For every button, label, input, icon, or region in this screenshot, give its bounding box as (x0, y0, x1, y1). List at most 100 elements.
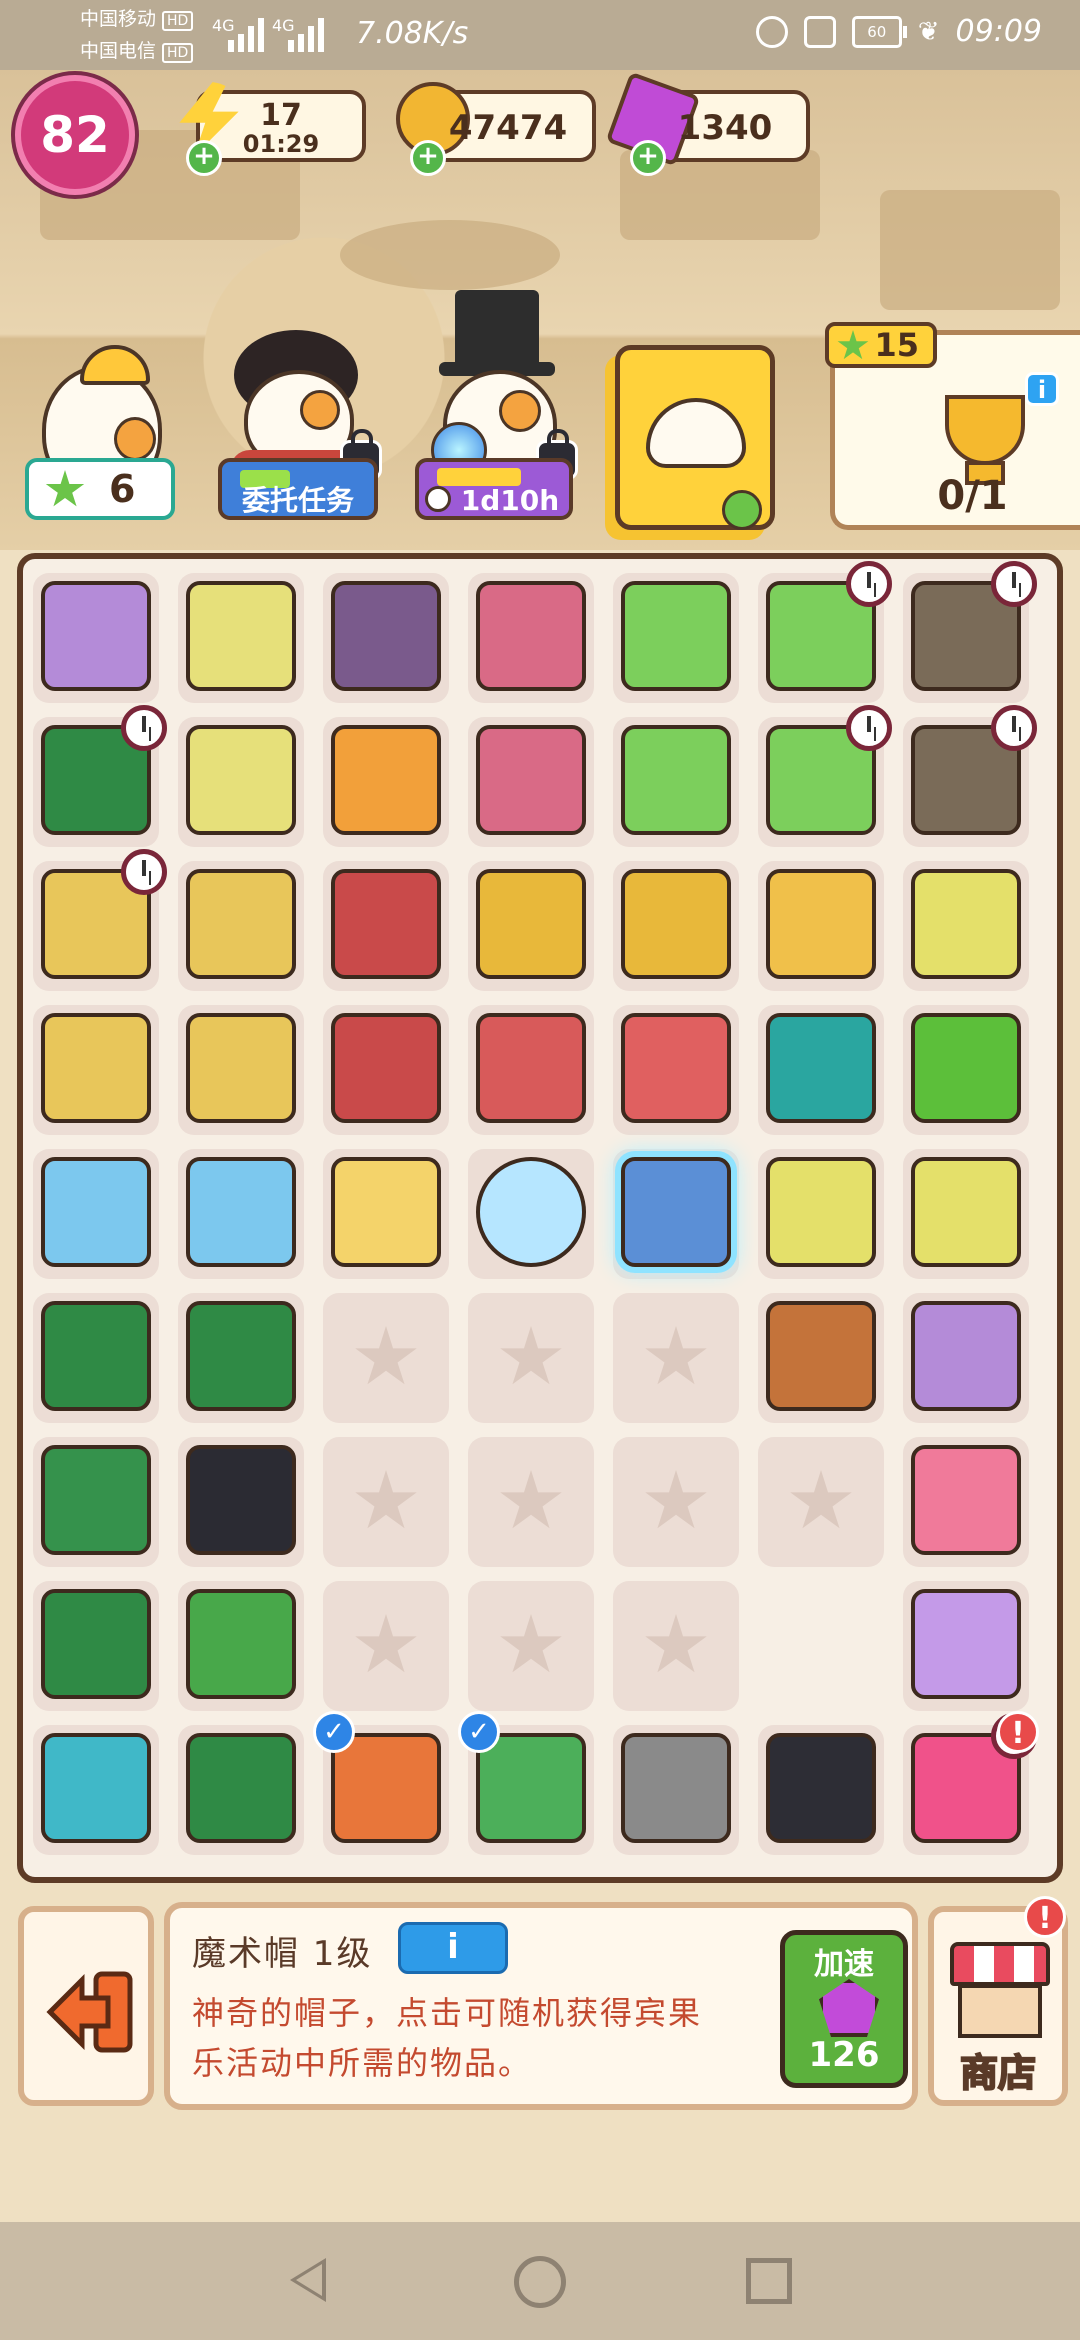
board-cell-locked[interactable] (613, 1437, 739, 1567)
arrow-icon (722, 490, 762, 530)
board-item-hammer[interactable]: ✓ (313, 1711, 449, 1855)
toolbox-open-icon (41, 1301, 151, 1411)
board-item-dumbbell-basket[interactable] (903, 1149, 1029, 1279)
wheelbarrow-icon (331, 869, 441, 979)
board-item-scroll-g1-9[interactable] (323, 1149, 449, 1279)
board-item-empty-pot[interactable] (758, 861, 884, 991)
coin-counter[interactable]: + 47474 (396, 82, 596, 176)
board-cell-empty[interactable] (758, 1581, 884, 1711)
board-item-shopping-cart-duck[interactable] (178, 1005, 304, 1135)
board-item-backpack[interactable]: ! (903, 1711, 1039, 1855)
energy-counter[interactable]: + 17 01:29 (179, 82, 366, 176)
board-item-potted-tree[interactable] (903, 1005, 1029, 1135)
board-item-robot-vacuum[interactable] (33, 1149, 159, 1279)
trophy-icon (945, 395, 1025, 465)
timer-icon (121, 705, 167, 751)
info-icon[interactable]: i (1025, 372, 1059, 406)
board-item-wheelbarrow[interactable] (323, 1005, 449, 1135)
robot-vacuum-icon (186, 1157, 296, 1267)
commission-task-label[interactable]: 委托任务 (218, 458, 378, 520)
board-cell-locked[interactable] (613, 1293, 739, 1423)
star-icon (500, 1326, 562, 1385)
board-item-flower-basket[interactable] (323, 717, 449, 847)
board-item-origami-butterfly[interactable] (903, 1437, 1029, 1567)
board-item-wrench[interactable] (613, 1725, 739, 1855)
home-icon[interactable] (514, 2256, 566, 2308)
board-item-shopping-cart-duck[interactable] (178, 861, 304, 991)
dumbbell-cart-icon (911, 869, 1021, 979)
dumbbell-basket-icon (911, 1157, 1021, 1267)
board-item-sprout-pot[interactable] (613, 861, 739, 991)
star-icon (645, 1614, 707, 1673)
leaf-icon: ❦ (917, 16, 940, 47)
gem-counter[interactable]: + 1340 (605, 71, 810, 176)
board-item-scroll-bubble-g1-9[interactable] (468, 1149, 594, 1279)
board-item-hacksaw[interactable]: ✓ (458, 1711, 594, 1855)
item-info-button[interactable]: i (398, 1922, 508, 1974)
board-item-storage-locker[interactable] (903, 705, 1037, 847)
board-cell-locked[interactable] (323, 1437, 449, 1567)
board-item-toolbox-green[interactable] (33, 705, 167, 847)
character-stars-badge[interactable]: 6 (25, 458, 175, 520)
board-item-toolbox-green[interactable] (178, 1293, 304, 1423)
board-item-sprout-pot[interactable] (468, 861, 594, 991)
board-item-garden-crate[interactable] (613, 1005, 739, 1135)
board-cell-locked[interactable] (468, 1437, 594, 1567)
board-item-origami-fox[interactable] (903, 1293, 1029, 1423)
board-item-magic-hat[interactable] (758, 1725, 884, 1855)
board-item-shopping-cart-duck[interactable] (33, 1005, 159, 1135)
exit-button[interactable] (18, 1906, 154, 2106)
board-item-basket-tray[interactable] (178, 717, 304, 847)
speed-up-button[interactable]: 加速 126 (780, 1930, 908, 2088)
board-item-gym-bag[interactable] (178, 1437, 304, 1567)
board-item-clamp[interactable] (178, 1725, 304, 1855)
scroll-g1-9-icon (331, 1157, 441, 1267)
back-icon[interactable] (290, 2258, 326, 2302)
basket-tray-icon (186, 581, 296, 691)
board-item-toolbox-open[interactable] (33, 1293, 159, 1423)
board-item-basket-tray[interactable] (178, 573, 304, 703)
player-level-badge[interactable]: 82 (15, 75, 135, 195)
board-cell-locked[interactable] (323, 1581, 449, 1711)
robot-vacuum-icon (41, 1157, 151, 1267)
board-item-laptop[interactable] (758, 705, 892, 847)
board-cell-locked[interactable] (613, 1581, 739, 1711)
board-item-magic-items-stack[interactable] (323, 573, 449, 703)
board-item-origami-fox[interactable] (33, 573, 159, 703)
board-item-stapler[interactable] (33, 1725, 159, 1855)
board-item-laptop[interactable] (613, 717, 739, 847)
board-item-robot-vacuum[interactable] (178, 1149, 304, 1279)
brick-pallet-icon (476, 725, 586, 835)
timer-icon (121, 849, 167, 895)
board-item-brick-pallet[interactable] (468, 573, 594, 703)
board-item-laptop[interactable] (758, 561, 892, 703)
board-item-pliers[interactable] (178, 1581, 304, 1711)
board-item-garden-bucket[interactable] (468, 1005, 594, 1135)
board-item-box-trolley[interactable] (758, 1005, 884, 1135)
board-item-dumbbell-cart[interactable] (758, 1149, 884, 1279)
board-item-laptop[interactable] (613, 573, 739, 703)
board-item-tool-chest[interactable] (33, 1437, 159, 1567)
board-cell-locked[interactable] (468, 1293, 594, 1423)
board-item-brick-pallet[interactable] (468, 717, 594, 847)
character-timer-label[interactable]: 1d10h (415, 458, 573, 520)
board-cell-locked[interactable] (758, 1437, 884, 1567)
board-item-dumbbell-cart[interactable] (903, 861, 1029, 991)
board-item-wheelbarrow[interactable] (323, 861, 449, 991)
board-item-origami-crane[interactable] (903, 1581, 1029, 1711)
duck-card[interactable] (615, 345, 775, 530)
board-cell-locked[interactable] (468, 1581, 594, 1711)
board-item-book[interactable] (613, 1149, 739, 1279)
recent-apps-icon[interactable] (746, 2258, 792, 2304)
board-cell-locked[interactable] (323, 1293, 449, 1423)
board-item-storage-locker[interactable] (903, 561, 1037, 703)
origami-fox-icon (41, 581, 151, 691)
board-item-toolbox-tray[interactable] (33, 1581, 159, 1711)
status-bar: 中国移动 HD 中国电信 HD 4G 4G 7.08K/s 60 ❦ 09:09 (0, 0, 1080, 70)
signal-icon (228, 18, 264, 52)
board-item-tree-stump[interactable] (758, 1293, 884, 1423)
shopping-cart-duck-icon (186, 1013, 296, 1123)
board-item-shopping-cart-duck[interactable] (33, 849, 167, 991)
timer-icon (846, 705, 892, 751)
shopping-cart-duck-icon (41, 1013, 151, 1123)
